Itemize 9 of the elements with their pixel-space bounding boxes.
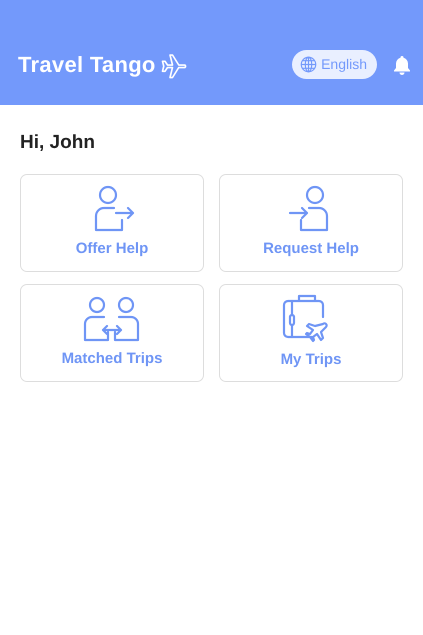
notification-bell-icon[interactable]: [393, 54, 411, 74]
menu-tile[interactable]: My Trips: [219, 284, 403, 382]
globe-icon: [300, 56, 318, 73]
menu-tile[interactable]: Request Help: [219, 174, 403, 272]
greeting: Hi, John: [20, 131, 96, 155]
app-logo: Travel Tango: [18, 51, 156, 79]
menu-tile[interactable]: Matched Trips: [20, 284, 204, 382]
language-button[interactable]: English: [292, 50, 377, 79]
menu-tile[interactable]: Offer Help: [20, 174, 204, 272]
